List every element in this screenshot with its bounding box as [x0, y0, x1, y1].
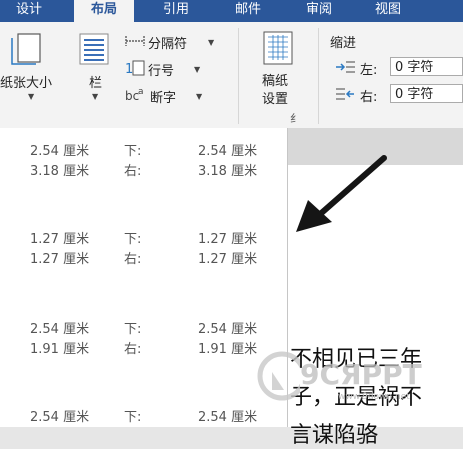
breaks-button[interactable]: 分隔符 ▼ — [124, 30, 224, 52]
group-divider — [318, 28, 319, 124]
margin-left-value: 3.18 厘米 — [30, 164, 90, 179]
tab-layout[interactable]: 布局 — [74, 0, 134, 22]
svg-text:a: a — [138, 87, 144, 97]
margin-top-value: 2.54 厘米 — [30, 144, 90, 159]
chevron-down-icon: ▼ — [28, 92, 35, 101]
manuscript-label-1: 稿纸 — [262, 74, 289, 89]
columns-icon — [79, 33, 109, 65]
chevron-down-icon: ▼ — [92, 92, 99, 101]
margin-bottom-value: 2.54 厘米 — [198, 322, 258, 337]
hyphenation-icon: bc a — [125, 87, 144, 103]
paper-size-label: 纸张大小 — [0, 76, 53, 91]
indent-left-label: 左: — [360, 63, 378, 78]
chevron-down-icon: ▼ — [196, 92, 203, 101]
margin-top-value: 2.54 厘米 — [30, 410, 90, 425]
margin-right-value: 1.27 厘米 — [198, 252, 258, 267]
margin-bottom-value: 2.54 厘米 — [198, 144, 258, 159]
document-text-line-3: 言谋陷骆 — [290, 423, 379, 448]
indent-left-icon — [336, 61, 355, 73]
margin-right-label: 右: — [124, 342, 142, 357]
margin-left-value: 1.27 厘米 — [30, 252, 90, 267]
margin-top-value: 2.54 厘米 — [30, 322, 90, 337]
line-numbers-label: 行号 — [148, 64, 175, 79]
tab-view[interactable]: 视图 — [362, 0, 414, 22]
indent-left-input[interactable]: 0 字符 — [390, 57, 463, 76]
manuscript-group-label: 纟 — [290, 112, 301, 125]
margin-right-label: 右: — [124, 252, 142, 267]
margin-bottom-value: 2.54 厘米 — [198, 410, 258, 425]
breaks-icon — [125, 36, 145, 46]
line-numbers-icon: 1 — [125, 60, 145, 77]
manuscript-settings-button[interactable]: 稿纸 设置 — [252, 22, 308, 107]
watermark-logo-icon — [257, 351, 300, 401]
annotation-arrow-icon — [296, 155, 387, 232]
hyphenation-label: 断字 — [150, 91, 177, 106]
svg-text:1: 1 — [125, 62, 133, 77]
tab-review[interactable]: 审阅 — [294, 0, 344, 22]
margin-preset-wide[interactable]: 2.54 厘米 下: 2.54 厘米 — [0, 400, 286, 427]
hyphenation-button[interactable]: bc a 断字 ▼ — [124, 84, 224, 106]
tab-design[interactable]: 设计 — [6, 0, 52, 22]
margin-bottom-value: 1.27 厘米 — [198, 232, 258, 247]
margin-bottom-label: 下: — [124, 144, 142, 159]
margin-preset-narrow[interactable]: 1.27 厘米 下: 1.27 厘米 1.27 厘米 右: 1.27 厘米 — [0, 222, 286, 268]
columns-button[interactable]: 栏 ▼ — [74, 22, 114, 102]
margin-right-value: 1.91 厘米 — [198, 342, 258, 357]
margin-top-value: 1.27 厘米 — [30, 232, 90, 247]
indent-group-title: 缩进 — [330, 36, 357, 51]
margin-preset-moderate[interactable]: 2.54 厘米 下: 2.54 厘米 1.91 厘米 右: 1.91 厘米 — [0, 312, 286, 358]
ribbon-layout: 纸张大小 ▼ 栏 ▼ 分隔符 ▼ 1 行号 ▼ bc a 断字 ▼ 稿纸 设置 … — [0, 22, 463, 129]
margins-dropdown: 2.54 厘米 下: 2.54 厘米 3.18 厘米 右: 3.18 厘米 1.… — [0, 128, 288, 427]
margin-bottom-label: 下: — [124, 232, 142, 247]
margin-right-value: 3.18 厘米 — [198, 164, 258, 179]
watermark-url: www.9down.net — [338, 392, 410, 402]
indent-right-label: 右: — [360, 90, 378, 105]
tab-mailings[interactable]: 邮件 — [222, 0, 274, 22]
indent-right-icon — [336, 88, 354, 100]
margin-bottom-label: 下: — [124, 410, 142, 425]
chevron-down-icon: ▼ — [208, 38, 215, 47]
line-numbers-button[interactable]: 1 行号 ▼ — [124, 57, 224, 79]
paper-size-button[interactable]: 纸张大小 ▼ — [0, 22, 72, 102]
indent-left-value: 0 字符 — [395, 60, 434, 75]
columns-label: 栏 — [89, 76, 103, 91]
manuscript-grid-icon — [263, 31, 293, 65]
margin-bottom-label: 下: — [124, 322, 142, 337]
chevron-down-icon: ▼ — [194, 65, 201, 74]
group-divider — [238, 28, 239, 124]
paper-size-icon — [11, 33, 41, 65]
indent-right-value: 0 字符 — [395, 87, 434, 102]
margin-preset-normal[interactable]: 2.54 厘米 下: 2.54 厘米 3.18 厘米 右: 3.18 厘米 — [0, 132, 286, 179]
breaks-label: 分隔符 — [148, 37, 188, 52]
margin-right-label: 右: — [124, 164, 142, 179]
margin-left-value: 1.91 厘米 — [30, 342, 90, 357]
tab-references[interactable]: 引用 — [152, 0, 200, 22]
watermark-brand: 9СЯРРТ — [300, 358, 422, 391]
manuscript-label-2: 设置 — [262, 92, 289, 107]
indent-right-input[interactable]: 0 字符 — [390, 84, 463, 103]
ribbon-tab-bar: 设计 布局 引用 邮件 审阅 视图 — [0, 0, 463, 22]
